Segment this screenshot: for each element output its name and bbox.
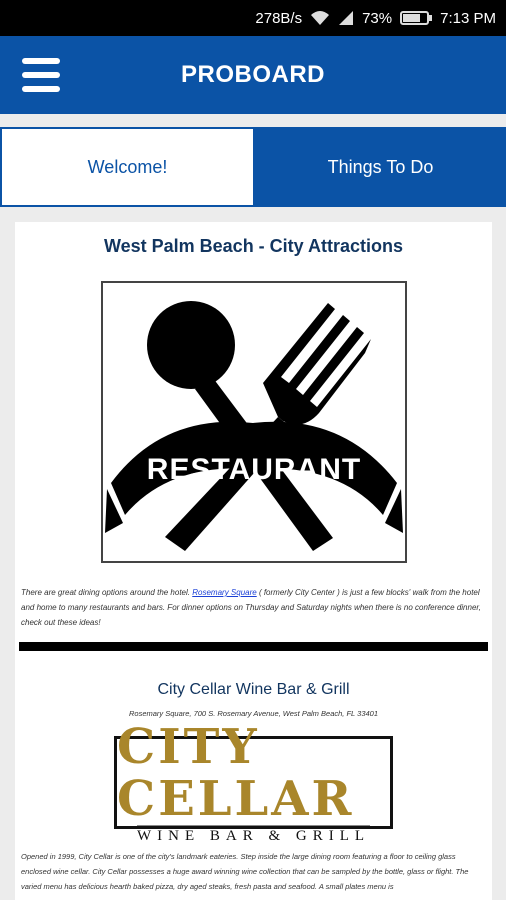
restaurant-banner-text: RESTAURANT xyxy=(146,453,360,486)
venue-description: Opened in 1999, City Cellar is one of th… xyxy=(21,852,469,891)
app-title: PROBOARD xyxy=(180,61,325,88)
city-cellar-logo-subtext: WINE BAR & GRILL xyxy=(136,824,371,845)
section-divider xyxy=(19,642,488,651)
data-rate: 278B/s xyxy=(255,9,303,27)
restaurant-logo-image: RESTAURANT xyxy=(100,281,407,563)
battery-icon xyxy=(400,10,433,26)
venue-address: Rosemary Square, 700 S. Rosemary Avenue,… xyxy=(128,709,379,718)
rosemary-square-link[interactable]: Rosemary Square xyxy=(192,588,256,597)
content-card: West Palm Beach - City Attractions RESTA… xyxy=(15,222,492,900)
intro-text-before: There are great dining options around th… xyxy=(21,588,193,597)
clock: 7:13 PM xyxy=(440,9,496,27)
wifi-icon xyxy=(310,10,330,26)
app-bar: PROBOARD xyxy=(0,36,506,114)
status-bar: 278B/s 73% 7:13 PM xyxy=(0,0,506,36)
city-cellar-logo-text: CITY CELLAR xyxy=(117,718,355,827)
signal-icon xyxy=(338,10,354,26)
battery-percent: 73% xyxy=(362,9,393,27)
hamburger-menu-icon[interactable] xyxy=(22,58,60,92)
venue-title: City Cellar Wine Bar & Grill xyxy=(157,681,350,698)
city-cellar-logo: CITY CELLAR WINE BAR & GRILL xyxy=(114,721,393,844)
tab-things-to-do[interactable]: Things To Do xyxy=(255,127,506,207)
tab-welcome[interactable]: Welcome! xyxy=(0,127,255,207)
intro-paragraph: There are great dining options around th… xyxy=(15,585,492,630)
page-title: West Palm Beach - City Attractions xyxy=(103,236,404,256)
tab-bar: Welcome! Things To Do xyxy=(0,127,506,207)
